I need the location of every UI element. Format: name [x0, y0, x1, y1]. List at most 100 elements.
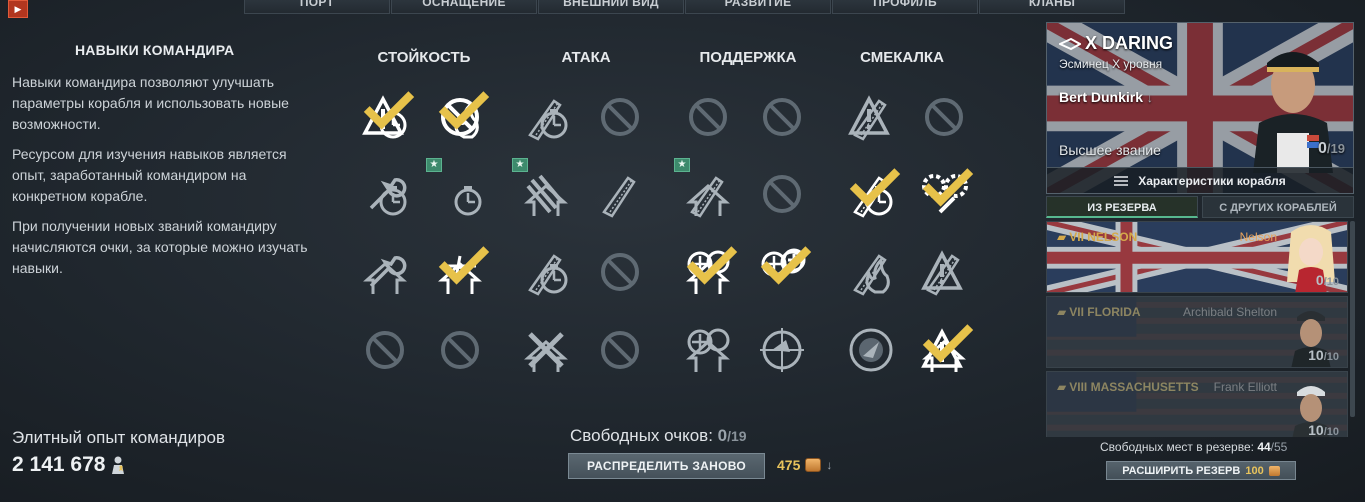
skill-shell-warning[interactable] [843, 89, 899, 145]
expand-reserve-button[interactable]: РАСШИРИТЬ РЕЗЕРВ 100 [1106, 461, 1296, 480]
tab-clans[interactable]: КЛАНЫ [979, 0, 1125, 14]
skill-locked[interactable] [592, 244, 648, 300]
expand-reserve-label: РАСШИРИТЬ РЕЗЕРВ [1122, 464, 1241, 477]
destroyer-class-icon [1059, 37, 1081, 50]
free-points-value: 0/19 [717, 426, 747, 445]
locked-icon [763, 98, 801, 136]
redistribute-cost-value: 475 [777, 457, 801, 473]
tab-profile[interactable]: ПРОФИЛЬ [832, 0, 978, 14]
plane-target-icon [760, 328, 804, 372]
reserve-ship-name: ▰ VIII MASSACHUSETTS [1057, 380, 1199, 394]
shells-timer-icon [528, 99, 568, 141]
free-reserve-slots: Свободных мест в резерве: 44/55 [1100, 440, 1287, 454]
shell-warning-icon [848, 95, 890, 141]
learned-check-icon [760, 246, 812, 285]
commander-points: 0/19 [1318, 140, 1345, 157]
expand-reserve-cost: 100 [1245, 464, 1264, 477]
skill-aa-arrow[interactable] [680, 244, 738, 300]
skill-wrench-timer[interactable] [357, 166, 413, 222]
reserve-commander-name: Nelson [1239, 230, 1277, 244]
star-badge-icon: ★ [512, 158, 528, 172]
free-points-label: Свободных очков: [570, 426, 713, 445]
locked-icon [925, 98, 963, 136]
skill-plane-target[interactable] [754, 322, 810, 378]
skill-gears-wrench[interactable] [916, 166, 974, 222]
free-points: Свободных очков: 0/19 [570, 426, 747, 446]
menu-button[interactable]: ▶ [8, 0, 28, 18]
crossed-shells-arrow-icon [524, 332, 568, 372]
redistribute-cost: 475 ↓ [777, 457, 832, 473]
skill-crossed-shells-arrow[interactable] [518, 322, 574, 378]
skill-planes-arrow[interactable]: ★ [674, 158, 736, 222]
skill-timer[interactable]: ★ [426, 158, 488, 222]
skill-locked[interactable] [916, 89, 972, 145]
locked-icon [441, 331, 479, 369]
shells-timer-icon [528, 254, 568, 296]
skill-shells-timer-bright[interactable] [843, 166, 901, 222]
skill-warning-down[interactable] [916, 322, 974, 378]
skill-locked[interactable] [592, 89, 648, 145]
reserve-commander-name: Archibald Shelton [1182, 305, 1277, 319]
reserve-ship-name: ▰ VII FLORIDA [1057, 305, 1141, 319]
reserve-commander-item[interactable]: ▰ VIII MASSACHUSETTS Frank Elliott 10/10 [1046, 371, 1348, 437]
shells-warning-icon [921, 250, 963, 296]
learned-check-icon [438, 246, 490, 285]
skill-warning-radar[interactable] [357, 89, 415, 145]
ship-stats-button[interactable]: Характеристики корабля [1047, 167, 1353, 193]
learned-check-icon [922, 324, 974, 363]
aa-double-arrow-icon [686, 328, 730, 372]
free-slots-max: /55 [1270, 440, 1288, 454]
skill-locked[interactable] [680, 89, 736, 145]
skill-shells-fire[interactable] [843, 244, 899, 300]
skill-shells-timer[interactable] [518, 89, 574, 145]
locked-icon [763, 175, 801, 213]
tab-equipment[interactable]: ОСНАЩЕНИЕ [391, 0, 537, 14]
skill-locked[interactable] [592, 322, 648, 378]
reserve-commander-item[interactable]: ▰ VII FLORIDA Archibald Shelton 10/10 [1046, 296, 1348, 368]
info-paragraph: Навыки командира позволяют улучшать пара… [12, 74, 289, 132]
skill-locked[interactable] [754, 89, 810, 145]
tab-port[interactable]: ПОРТ [244, 0, 390, 14]
reserve-commander-name: Frank Elliott [1213, 380, 1277, 394]
top-nav: ПОРТ ОСНАЩЕНИЕ ВНЕШНИЙ ВИД РАЗВИТИЕ ПРОФ… [244, 0, 1126, 14]
tab-development[interactable]: РАЗВИТИЕ [685, 0, 831, 14]
skill-torpedo-launcher[interactable]: ★ [512, 158, 574, 222]
wrench-timer-icon [369, 178, 407, 216]
skill-ship-plane-arrow[interactable] [432, 244, 490, 300]
shells-fire-icon [853, 254, 890, 296]
learned-check-icon [438, 91, 490, 130]
commander-dropdown-icon[interactable]: ↓ [1147, 91, 1153, 105]
tab-appearance[interactable]: ВНЕШНИЙ ВИД [538, 0, 684, 14]
reserve-commander-points: 10/10 [1308, 422, 1339, 437]
commander-name[interactable]: Bert Dunkirk ↓ [1059, 89, 1153, 105]
reserve-commander-points: 10/10 [1308, 347, 1339, 363]
skill-aa-double-arrow[interactable] [680, 322, 736, 378]
locked-icon [689, 98, 727, 136]
skill-radar-detect[interactable] [843, 322, 899, 378]
skill-no-fire[interactable] [432, 89, 490, 145]
torpedo-launcher-icon [524, 174, 568, 216]
tab-from-other-ships[interactable]: С ДРУГИХ КОРАБЛЕЙ [1202, 196, 1354, 218]
learned-check-icon [849, 168, 901, 207]
reserve-commander-item[interactable]: ▰ VII NELSON Nelson 0/10 [1046, 221, 1348, 293]
skill-aa-plus[interactable] [754, 244, 812, 300]
skill-locked[interactable] [432, 322, 488, 378]
column-support: ПОДДЕРЖКА [699, 49, 797, 66]
tab-from-reserve[interactable]: ИЗ РЕЗЕРВА [1046, 196, 1198, 218]
info-title: НАВЫКИ КОМАНДИРА [75, 42, 235, 58]
skill-shell-arrow[interactable] [592, 166, 648, 222]
reserve-scrollbar[interactable] [1350, 221, 1355, 417]
skill-wrench-arrow[interactable] [357, 244, 413, 300]
skill-shells-timer[interactable] [518, 244, 574, 300]
skill-shells-warning[interactable] [916, 244, 972, 300]
skill-locked[interactable] [754, 166, 810, 222]
column-ingenuity: СМЕКАЛКА [860, 49, 944, 66]
info-arrow-icon[interactable]: ↓ [826, 458, 832, 472]
list-icon [1114, 175, 1129, 186]
radar-detect-icon [849, 328, 893, 372]
redistribute-button[interactable]: РАСПРЕДЕЛИТЬ ЗАНОВО [568, 453, 765, 479]
skill-locked[interactable] [357, 322, 413, 378]
wrench-arrow-icon [363, 256, 407, 294]
ship-tier-name: X DARING [1085, 33, 1174, 53]
locked-icon [601, 331, 639, 369]
